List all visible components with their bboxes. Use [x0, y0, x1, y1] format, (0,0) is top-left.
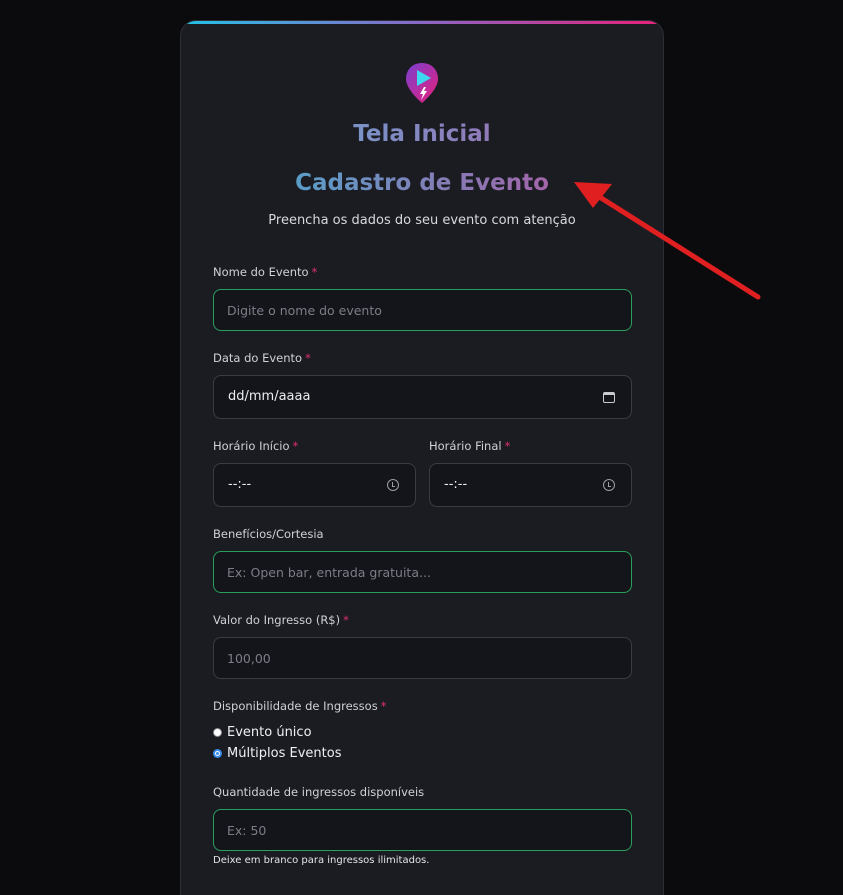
required-mark: *	[380, 699, 387, 713]
form-subtitle: Preencha os dados do seu evento com aten…	[268, 213, 576, 228]
calendar-icon[interactable]	[603, 392, 615, 403]
start-time-label-text: Horário Início	[213, 439, 290, 453]
end-time-label-text: Horário Final	[429, 439, 502, 453]
event-date-label: Data do Evento *	[213, 351, 311, 365]
required-mark: *	[292, 439, 299, 453]
radio-button-checked[interactable]	[213, 749, 222, 758]
required-mark: *	[311, 265, 318, 279]
event-date-label-text: Data do Evento	[213, 351, 303, 365]
start-time-input[interactable]: --:--	[213, 463, 416, 507]
location-pin-play-icon	[406, 63, 438, 103]
clock-icon[interactable]	[387, 479, 399, 491]
radio-label: Múltiplos Eventos	[227, 746, 342, 761]
end-time-input[interactable]: --:--	[429, 463, 632, 507]
availability-option-single[interactable]: Evento único	[213, 725, 312, 740]
required-mark: *	[305, 351, 311, 365]
availability-option-multiple[interactable]: Múltiplos Eventos	[213, 746, 341, 761]
availability-label: Disponibilidade de Ingressos *	[213, 699, 386, 713]
end-time-label: Horário Final *	[429, 439, 510, 453]
start-time-value: --:--	[228, 477, 252, 492]
radio-button[interactable]	[213, 728, 222, 737]
quantity-hint: Deixe em branco para ingressos ilimitado…	[213, 855, 430, 866]
event-name-label: Nome do Evento *	[213, 265, 317, 279]
event-form-card: Tela Inicial Cadastro de Evento Preencha…	[180, 20, 664, 895]
radio-label: Evento único	[227, 725, 312, 740]
price-label-text: Valor do Ingresso (R$)	[213, 613, 341, 627]
required-mark: *	[504, 439, 511, 453]
quantity-input[interactable]	[213, 809, 632, 851]
form-title: Cadastro de Evento	[181, 170, 663, 196]
start-time-label: Horário Início *	[213, 439, 298, 453]
end-time-value: --:--	[444, 477, 468, 492]
page: Tela Inicial Cadastro de Evento Preencha…	[0, 0, 843, 895]
card-gradient-bar	[181, 21, 663, 24]
event-name-label-text: Nome do Evento	[213, 265, 309, 279]
event-date-value: dd/mm/aaaa	[228, 389, 311, 404]
clock-icon[interactable]	[603, 479, 615, 491]
required-mark: *	[343, 613, 349, 627]
app-title: Tela Inicial	[181, 121, 663, 147]
event-name-input[interactable]	[213, 289, 632, 331]
event-date-input[interactable]: dd/mm/aaaa	[213, 375, 632, 419]
benefits-input[interactable]	[213, 551, 632, 593]
price-label: Valor do Ingresso (R$) *	[213, 613, 349, 627]
price-input[interactable]	[213, 637, 632, 679]
availability-label-text: Disponibilidade de Ingressos	[213, 699, 378, 713]
quantity-label: Quantidade de ingressos disponíveis	[213, 785, 425, 799]
benefits-label: Benefícios/Cortesia	[213, 527, 324, 541]
